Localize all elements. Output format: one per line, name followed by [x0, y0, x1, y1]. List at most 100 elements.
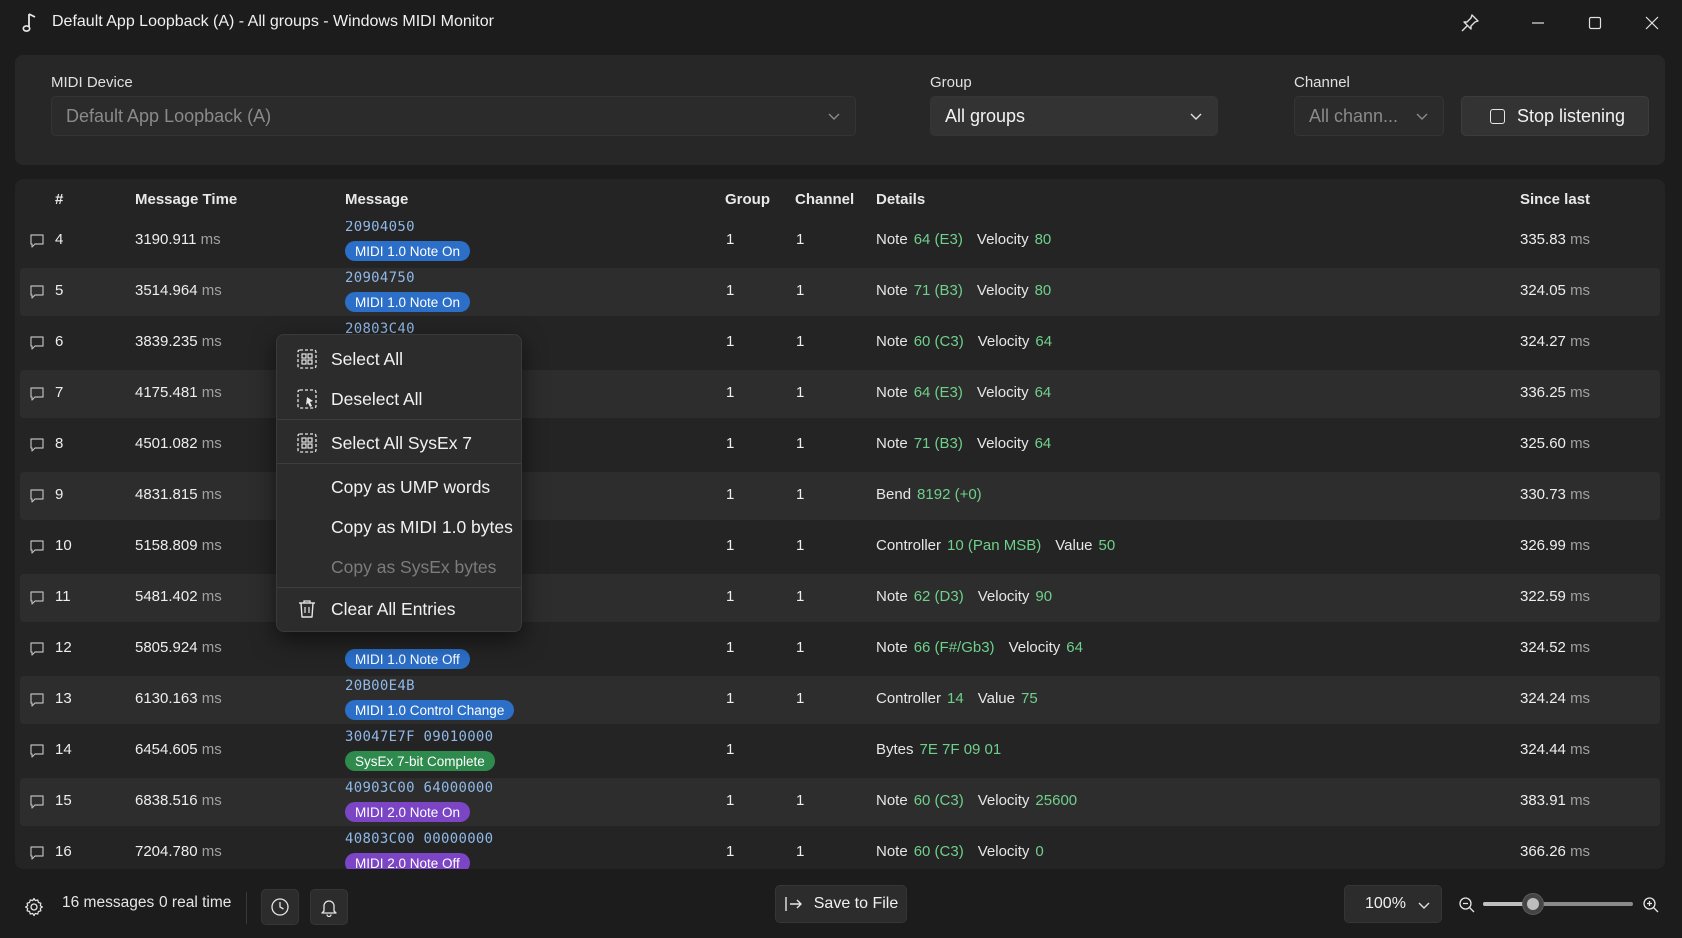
channel-value: 1 — [796, 231, 805, 248]
since-last-unit: ms — [1570, 333, 1591, 350]
message-time: 7204.780 ms — [135, 843, 222, 860]
comment-icon[interactable] — [29, 641, 45, 657]
time-unit: ms — [201, 588, 222, 605]
time-unit: ms — [201, 690, 222, 707]
row-number: 14 — [55, 741, 72, 758]
detail-value: 71 (B3) — [913, 282, 963, 299]
comment-icon[interactable] — [29, 539, 45, 555]
comment-icon[interactable] — [29, 233, 45, 249]
menu-item-clear-all[interactable]: Clear All Entries — [281, 591, 517, 627]
menu-separator — [277, 419, 521, 420]
group-value: 1 — [726, 384, 735, 401]
select-all-icon — [297, 433, 317, 453]
midi-device-value: Default App Loopback (A) — [66, 105, 272, 126]
comment-icon[interactable] — [29, 590, 45, 606]
group-value: 1 — [726, 435, 735, 452]
channel-value: 1 — [796, 537, 805, 554]
message-details: Note 66 (F#/Gb3) Velocity 64 — [876, 639, 1097, 656]
detail-label: Velocity — [976, 231, 1029, 248]
maximize-button[interactable] — [1567, 0, 1623, 46]
comment-icon[interactable] — [29, 794, 45, 810]
table-row[interactable]: 7 4175.481 ms 1 1 Note 64 (E3) Velocity 64 336.2… — [20, 370, 1660, 418]
zoom-dropdown[interactable]: 100% — [1344, 885, 1442, 923]
detail-label: Note — [876, 639, 908, 656]
notifications-button[interactable] — [310, 889, 348, 925]
detail-label: Velocity — [976, 435, 1029, 452]
table-row[interactable]: 13 6130.163 ms 20B00E4B MIDI 1.0 Control Ch… — [20, 676, 1660, 724]
zoom-slider-thumb[interactable] — [1521, 893, 1544, 915]
bell-icon — [321, 900, 337, 917]
midi-device-dropdown[interactable]: Default App Loopback (A) — [51, 96, 856, 136]
message-time: 6454.605 ms — [135, 741, 222, 758]
header-channel: Channel — [795, 191, 855, 208]
comment-icon[interactable] — [29, 488, 45, 504]
row-number: 15 — [55, 792, 72, 809]
header-group: Group — [725, 191, 770, 208]
comment-icon[interactable] — [29, 284, 45, 300]
detail-value: 80 — [1034, 282, 1052, 299]
message-hex: 20904050 — [345, 221, 415, 235]
message-type-badge: MIDI 1.0 Note On — [345, 292, 471, 312]
table-row[interactable]: 12 5805.924 ms MIDI 1.0 Note Off 1 1 Note 66 (… — [20, 625, 1660, 673]
table-row[interactable]: 8 4501.082 ms 1 1 Note 71 (B3) Velocity 64 325.6… — [20, 421, 1660, 469]
maximize-icon — [1588, 16, 1602, 30]
comment-icon[interactable] — [29, 743, 45, 759]
since-last: 383.91 ms — [1520, 792, 1590, 809]
comment-icon[interactable] — [29, 437, 45, 453]
table-row[interactable]: 15 6838.516 ms 40903C00 64000000 MIDI 2.0 N… — [20, 778, 1660, 826]
table-row[interactable]: 9 4831.815 ms 1 1 Bend 8192 (+0) 330.73 ms — [20, 472, 1660, 520]
timestamp-button[interactable] — [261, 889, 299, 925]
message-time: 6838.516 ms — [135, 792, 222, 809]
table-row[interactable]: 4 3190.911 ms 20904050 MIDI 1.0 Note On 1 1 No… — [20, 221, 1660, 265]
save-to-file-button[interactable]: Save to File — [775, 885, 907, 923]
zoom-in-button[interactable] — [1636, 890, 1666, 920]
table-row[interactable]: 10 5158.809 ms 1 1 Controller 10 (Pan MSB) Val… — [20, 523, 1660, 571]
comment-icon[interactable] — [29, 386, 45, 402]
detail-label: Velocity — [977, 843, 1030, 860]
channel-dropdown[interactable]: All chann... — [1294, 96, 1444, 136]
detail-value: 50 — [1098, 537, 1116, 554]
minimize-button[interactable] — [1510, 0, 1566, 46]
footer-divider — [246, 892, 247, 924]
status-bar: 16 messages 0 real time Save to File 100… — [0, 876, 1682, 938]
comment-icon[interactable] — [29, 845, 45, 861]
table-row[interactable]: 16 7204.780 ms 40803C00 00000000 MIDI 2.0 N… — [20, 829, 1660, 869]
group-dropdown[interactable]: All groups — [930, 96, 1218, 136]
row-number: 8 — [55, 435, 64, 452]
detail-label: Controller — [876, 690, 942, 707]
settings-button[interactable] — [14, 889, 54, 925]
comment-icon[interactable] — [29, 692, 45, 708]
message-hex: 20904750 — [345, 270, 415, 286]
menu-item-copy-ump[interactable]: Copy as UMP words — [281, 469, 517, 505]
midi-device-label: MIDI Device — [51, 74, 133, 91]
message-time: 4175.481 ms — [135, 384, 222, 401]
comment-icon[interactable] — [29, 335, 45, 351]
time-value: 6838.516 — [135, 792, 198, 809]
export-arrow-icon — [785, 897, 802, 911]
menu-item-select-all-sysex7[interactable]: Select All SysEx 7 — [281, 425, 517, 461]
zoom-out-button[interactable] — [1452, 890, 1482, 920]
row-number: 7 — [55, 384, 64, 401]
menu-label-deselect-all: Deselect All — [331, 389, 423, 409]
detail-value: 60 (C3) — [913, 333, 964, 350]
zoom-in-icon — [1643, 897, 1659, 913]
since-last-unit: ms — [1570, 435, 1591, 452]
zoom-slider-track[interactable] — [1483, 902, 1633, 906]
menu-item-select-all[interactable]: Select All — [281, 341, 517, 377]
pin-button[interactable] — [1442, 0, 1498, 46]
close-button[interactable] — [1624, 0, 1680, 46]
stop-listening-button[interactable]: Stop listening — [1461, 96, 1649, 136]
table-row[interactable]: 5 3514.964 ms 20904750 MIDI 1.0 Note On 1 1 No… — [20, 268, 1660, 316]
group-value: 1 — [726, 639, 735, 656]
table-row[interactable]: 14 6454.605 ms 30047E7F 09010000 SysEx 7-bi… — [20, 727, 1660, 775]
detail-label: Velocity — [977, 792, 1030, 809]
menu-item-copy-midi1[interactable]: Copy as MIDI 1.0 bytes — [281, 509, 517, 545]
message-hex: 40803C00 00000000 — [345, 831, 494, 847]
menu-label-select-all: Select All — [331, 349, 403, 369]
select-all-icon — [297, 349, 317, 369]
table-row[interactable]: 11 5481.402 ms 1 1 Note 62 (D3) Velocity 90 322.… — [20, 574, 1660, 622]
since-last-unit: ms — [1570, 282, 1591, 299]
menu-item-deselect-all[interactable]: Deselect All — [281, 381, 517, 417]
since-last: 325.60 ms — [1520, 435, 1590, 452]
table-row[interactable]: 6 3839.235 ms 20803C40 1 1 Note 60 (C3) Velocit… — [20, 319, 1660, 367]
